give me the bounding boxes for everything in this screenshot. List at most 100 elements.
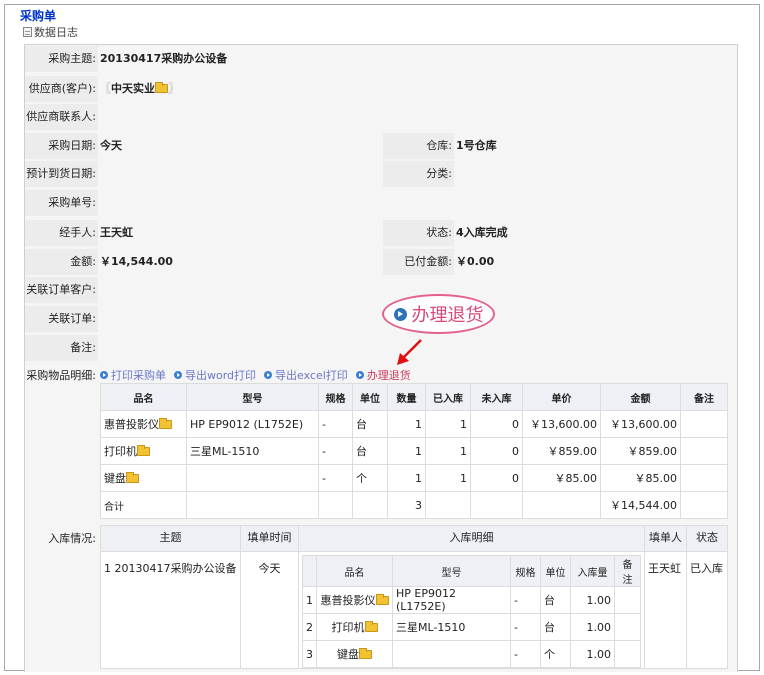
- sum-empty: [680, 491, 728, 519]
- export-word-link[interactable]: 导出word打印: [174, 367, 256, 383]
- item-price: ￥859.00: [522, 437, 601, 465]
- return-goods-label: 办理退货: [411, 305, 484, 326]
- item-unit: 台: [352, 410, 388, 438]
- handler-value: 王天虹: [100, 220, 133, 246]
- supplier-label: 供应商(客户):: [25, 76, 98, 102]
- folder-icon[interactable]: [126, 472, 139, 483]
- item-total: ￥13,600.00: [600, 410, 681, 438]
- item-model: 三星ML-1510: [186, 437, 319, 465]
- item-unit: 台: [352, 437, 388, 465]
- row-supplier: 供应商(客户): 〖中天实业〗: [25, 75, 737, 103]
- supplier-name[interactable]: 中天实业: [111, 82, 155, 95]
- folder-icon[interactable]: [137, 445, 150, 456]
- item-notin: 0: [470, 410, 523, 438]
- remark-label: 备注:: [25, 335, 98, 361]
- subject-value: 20130417采购办公设备: [100, 46, 228, 72]
- col-notin: 未入库: [470, 383, 523, 411]
- paid-value: ￥0.00: [456, 255, 495, 268]
- items-table: 品名 型号 规格 单位 数量 已入库 未入库 单价 金额 备注 惠普投影仪 HP…: [100, 383, 728, 519]
- col-total: 金额: [600, 383, 681, 411]
- col-price: 单价: [522, 383, 601, 411]
- row-contact: 供应商联系人:: [25, 103, 737, 131]
- col-detail-spec: 规格: [510, 555, 541, 587]
- item-spec: -: [318, 464, 353, 492]
- arrow-circle-icon: [174, 371, 182, 379]
- date-label: 采购日期:: [25, 133, 98, 159]
- stock-status: 已入库: [686, 551, 728, 669]
- detail-qty: 1.00: [570, 613, 615, 641]
- stock-label: 入库情况:: [25, 526, 98, 552]
- row-linked-order: 关联订单:: [25, 305, 737, 333]
- item-spec: -: [318, 437, 353, 465]
- expected-label: 预计到货日期:: [25, 161, 98, 187]
- detail-note: [614, 586, 641, 614]
- col-stock-detail: 入库明细: [298, 525, 645, 552]
- print-order-link[interactable]: 打印采购单: [100, 367, 166, 383]
- folder-icon[interactable]: [375, 594, 389, 605]
- item-name: 打印机: [104, 445, 137, 458]
- col-stock-subject: 主题: [100, 525, 241, 552]
- sum-empty: [425, 491, 471, 519]
- folder-icon[interactable]: [359, 648, 372, 659]
- return-goods-button[interactable]: 办理退货: [382, 294, 495, 334]
- col-qty: 数量: [387, 383, 426, 411]
- sum-empty: [318, 491, 353, 519]
- detail-note: [614, 640, 641, 668]
- item-qty: 1: [387, 410, 426, 438]
- date-value: 今天: [100, 133, 122, 159]
- sum-empty: [470, 491, 523, 519]
- detail-index: 3: [302, 640, 317, 668]
- row-order-no: 采购单号:: [25, 189, 737, 217]
- detail-name-cell: 键盘: [316, 640, 393, 668]
- return-goods-link[interactable]: 办理退货: [355, 367, 411, 383]
- col-name: 品名: [100, 383, 187, 411]
- item-qty: 1: [387, 464, 426, 492]
- col-in: 已入库: [425, 383, 471, 411]
- category-label: 分类:: [383, 161, 454, 187]
- warehouse-label: 仓库:: [383, 133, 454, 159]
- col-detail-model: 型号: [392, 555, 511, 587]
- folder-icon[interactable]: [159, 418, 172, 429]
- items-header-row: 品名 型号 规格 单位 数量 已入库 未入库 单价 金额 备注: [100, 383, 728, 411]
- col-stock-filler: 填单人: [644, 525, 687, 552]
- detail-index: 1: [302, 586, 317, 614]
- item-in: 1: [425, 437, 471, 465]
- detail-header-row: 品名 型号 规格 单位 入库量 备注: [302, 555, 641, 587]
- item-name-cell: 惠普投影仪: [100, 410, 187, 438]
- item-price: ￥13,600.00: [522, 410, 601, 438]
- arrow-circle-icon: [100, 371, 108, 379]
- detail-spec: -: [510, 640, 541, 668]
- col-stock-status: 状态: [686, 525, 728, 552]
- item-name-cell: 键盘: [100, 464, 187, 492]
- stock-subject-cell: 1 20130417采购办公设备: [100, 551, 241, 669]
- item-total: ￥859.00: [600, 437, 681, 465]
- data-log-link[interactable]: 数据日志: [23, 24, 78, 40]
- item-price: ￥85.00: [522, 464, 601, 492]
- export-excel-label: 导出excel打印: [275, 369, 348, 382]
- stock-filler: 王天虹: [644, 551, 687, 669]
- stock-table: 主题 填单时间 入库明细 填单人 状态 1 20130417采购办公设备 今天 …: [100, 525, 728, 669]
- row-handler: 经手人: 王天虹 状态: 4入库完成: [25, 219, 737, 247]
- export-word-label: 导出word打印: [185, 369, 257, 382]
- amount-label: 金额:: [25, 249, 98, 275]
- col-detail-qty: 入库量: [570, 555, 615, 587]
- item-total: ￥85.00: [600, 464, 681, 492]
- detail-qty: 1.00: [570, 586, 615, 614]
- table-row: 2 打印机 三星ML-1510 - 台 1.00: [302, 613, 641, 641]
- warehouse-value: 1号仓库: [456, 139, 497, 152]
- item-in: 1: [425, 410, 471, 438]
- row-amount: 金额: ￥14,544.00 已付金额: ￥0.00: [25, 248, 737, 276]
- document-icon: [23, 27, 32, 37]
- print-order-label: 打印采购单: [111, 369, 166, 382]
- arrow-circle-icon: [355, 371, 364, 379]
- sum-empty: [522, 491, 601, 519]
- row-date: 采购日期: 今天 仓库: 1号仓库: [25, 132, 737, 160]
- export-excel-link[interactable]: 导出excel打印: [264, 367, 348, 383]
- item-name-cell: 打印机: [100, 437, 187, 465]
- folder-icon[interactable]: [364, 621, 378, 632]
- folder-icon[interactable]: [155, 82, 168, 93]
- table-row: 1 惠普投影仪 HP EP9012 (L1752E) - 台 1.00: [302, 586, 641, 614]
- arrow-circle-icon: [393, 307, 407, 321]
- detail-name: 惠普投影仪: [320, 594, 376, 607]
- stock-detail-cell: 品名 型号 规格 单位 入库量 备注 1 惠普投影仪 HP EP9012 (L1…: [298, 551, 645, 669]
